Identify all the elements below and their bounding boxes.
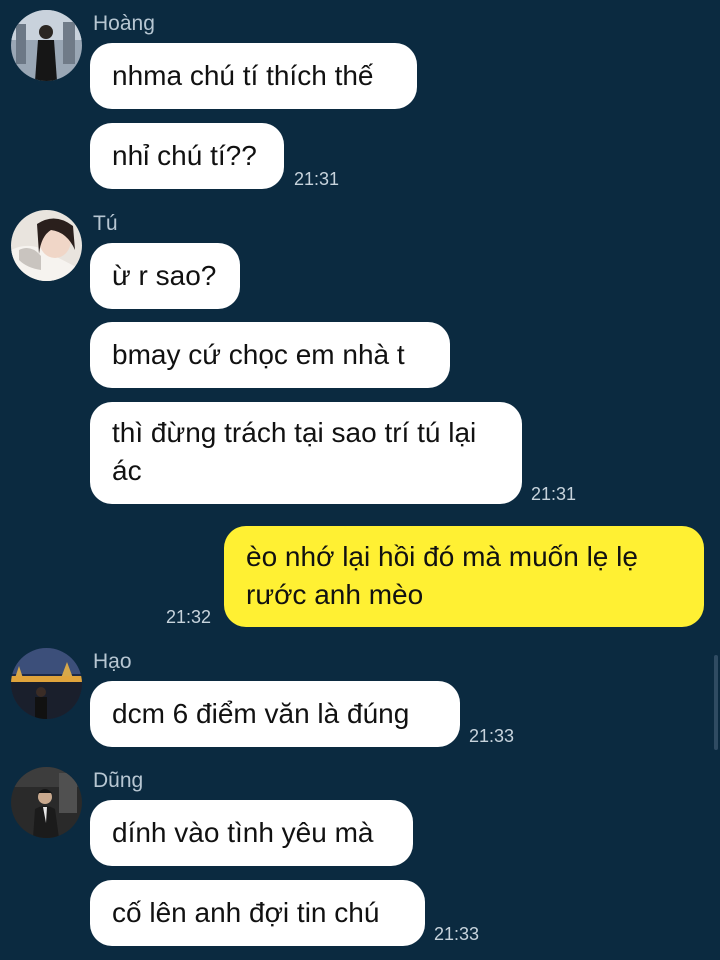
- message-text: cố lên anh đợi tin chú: [112, 897, 380, 928]
- message-bubble[interactable]: nhma chú tí thích thế: [90, 43, 417, 109]
- sender-name-hoang: Hoàng: [93, 12, 155, 35]
- message-bubble[interactable]: ừ r sao?: [90, 243, 240, 309]
- sender-name-hao: Hạo: [93, 650, 132, 673]
- message-text: nhma chú tí thích thế: [112, 60, 374, 91]
- message-text: èo nhớ lại hồi đó mà muốn lẹ lẹ rước anh…: [246, 541, 638, 610]
- avatar-hoang[interactable]: [11, 10, 82, 81]
- message-timestamp: 21:32: [166, 607, 212, 627]
- message-timestamp: 21:31: [531, 484, 577, 504]
- message-bubble[interactable]: bmay cứ chọc em nhà t: [90, 322, 450, 388]
- message-text: thì đừng trách tại sao trí tú lại ác: [112, 417, 477, 486]
- message-timestamp: 21:33: [434, 924, 480, 944]
- message-text: nhỉ chú tí??: [112, 140, 257, 171]
- message-text: bmay cứ chọc em nhà t: [112, 339, 405, 370]
- sender-name-tu: Tú: [93, 212, 118, 235]
- avatar-hao[interactable]: [11, 648, 82, 719]
- sender-name-dung: Dũng: [93, 769, 144, 792]
- message-bubble[interactable]: thì đừng trách tại sao trí tú lại ác: [90, 402, 522, 504]
- message-bubble[interactable]: dính vào tình yêu mà: [90, 800, 413, 866]
- message-timestamp: 21:33: [469, 726, 515, 746]
- message-bubble[interactable]: dcm 6 điểm văn là đúng: [90, 681, 460, 747]
- message-bubble[interactable]: cố lên anh đợi tin chú: [90, 880, 425, 946]
- message-text: ừ r sao?: [112, 260, 217, 291]
- message-text: dcm 6 điểm văn là đúng: [112, 698, 410, 729]
- scrollbar[interactable]: [714, 655, 718, 750]
- outgoing-message-bubble[interactable]: èo nhớ lại hồi đó mà muốn lẹ lẹ rước anh…: [224, 526, 704, 627]
- message-bubble[interactable]: nhỉ chú tí??: [90, 123, 284, 189]
- avatar-tu[interactable]: [11, 210, 82, 281]
- message-timestamp: 21:31: [294, 169, 340, 189]
- message-text: dính vào tình yêu mà: [112, 817, 374, 848]
- avatar-dung[interactable]: [11, 767, 82, 838]
